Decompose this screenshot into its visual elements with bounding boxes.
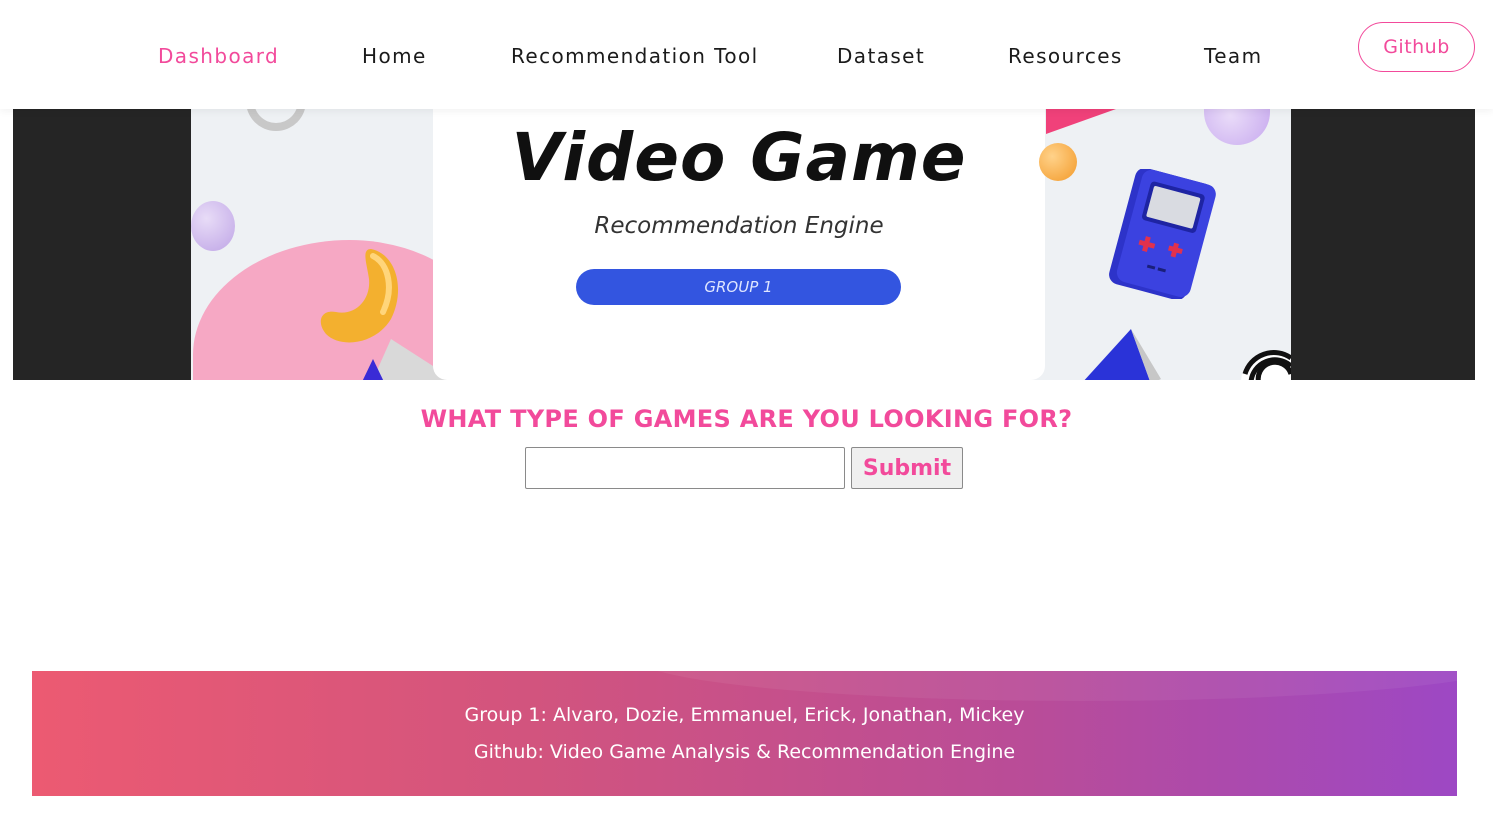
pyramid-shape [1084, 329, 1161, 380]
game-type-input[interactable] [525, 447, 845, 489]
banner-title: Video Game [511, 119, 967, 196]
banner-subtitle: Recommendation Engine [594, 213, 884, 239]
ring-icon [246, 109, 306, 131]
pink-triangle-shape [1046, 109, 1116, 134]
banner-card: Video Game Recommendation Engine GROUP 1 [433, 109, 1045, 380]
orb-icon [1039, 143, 1077, 181]
top-navbar: Dashboard Home Recommendation Tool Datas… [0, 0, 1493, 109]
nav-team[interactable]: Team [1204, 44, 1262, 68]
nav-home[interactable]: Home [362, 44, 427, 68]
footer-github-link[interactable]: Github: Video Game Analysis & Recommenda… [32, 741, 1457, 763]
banner-group-pill: GROUP 1 [576, 269, 901, 305]
nav-recommendation-tool[interactable]: Recommendation Tool [511, 44, 759, 68]
search-question-heading: WHAT TYPE OF GAMES ARE YOU LOOKING FOR? [420, 405, 1073, 433]
github-button[interactable]: Github [1358, 22, 1475, 72]
nav-resources[interactable]: Resources [1008, 44, 1123, 68]
gameboy-icon [1109, 169, 1216, 299]
orb-icon [1204, 109, 1270, 145]
striped-ball-shape [1241, 350, 1291, 380]
footer: Group 1: Alvaro, Dozie, Emmanuel, Erick,… [32, 671, 1457, 796]
orb-icon [191, 201, 235, 251]
hero-banner: Video Game Recommendation Engine GROUP 1 [13, 109, 1475, 380]
footer-team-members: Group 1: Alvaro, Dozie, Emmanuel, Erick,… [464, 704, 1025, 726]
nav-dataset[interactable]: Dataset [837, 44, 925, 68]
banner-image: Video Game Recommendation Engine GROUP 1 [191, 109, 1291, 380]
nav-dashboard[interactable]: Dashboard [158, 44, 279, 68]
controller-icon [320, 249, 399, 343]
submit-button[interactable]: Submit [851, 447, 963, 489]
footer-wave-decoration [632, 671, 1457, 701]
